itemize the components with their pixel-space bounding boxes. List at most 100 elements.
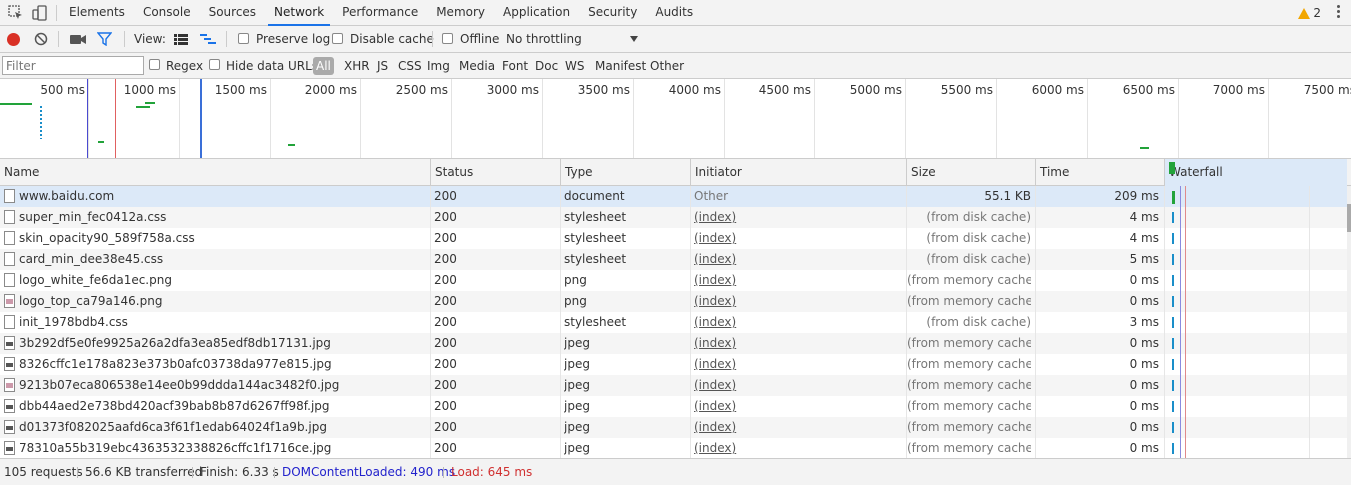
overview-gridline [360,79,361,158]
tab-console[interactable]: Console [137,0,197,26]
overview-bar [98,141,104,143]
request-initiator[interactable]: (index) [694,333,904,354]
table-row[interactable]: init_1978bdb4.css 200 stylesheet (index) (fr… [0,312,1347,333]
request-initiator[interactable]: (index) [694,312,904,333]
overview-gridline [451,79,452,158]
record-icon[interactable] [7,33,20,46]
device-toolbar-icon[interactable] [32,5,48,21]
table-scrollbar-thumb[interactable] [1347,204,1351,232]
tab-memory[interactable]: Memory [430,0,491,26]
type-filter-font[interactable]: Font [502,59,528,73]
table-row[interactable]: logo_white_fe6da1ec.png 200 png (index) (fro… [0,270,1347,291]
waterfall-bar [1172,191,1175,204]
request-initiator[interactable]: (index) [694,291,904,312]
hide-data-urls-checkbox[interactable] [209,59,220,70]
request-status: 200 [434,315,457,329]
type-filter-all[interactable]: All [313,57,334,75]
tab-audits[interactable]: Audits [649,0,699,26]
table-row[interactable]: 8326cffc1e178a823e373b0afc03738da977e815… [0,354,1347,375]
request-initiator[interactable]: (index) [694,354,904,375]
overview-tick-label: 1000 ms [123,83,176,97]
request-initiator[interactable]: (index) [694,249,904,270]
table-row[interactable]: logo_top_ca79a146.png 200 png (index) (from … [0,291,1347,312]
throttling-select[interactable]: No throttling [506,32,582,46]
file-icon [4,210,15,224]
request-initiator[interactable]: (index) [694,207,904,228]
disable-cache-checkbox[interactable] [332,33,343,44]
request-initiator[interactable]: (index) [694,438,904,458]
column-header-status[interactable]: Status [430,159,560,186]
type-filter-media[interactable]: Media [459,59,495,73]
request-name: logo_white_fe6da1ec.png [19,273,172,287]
offline-checkbox[interactable] [442,33,453,44]
request-size: (from memory cache) [907,441,1031,455]
table-header: Name Status Type Initiator Size Time Waterfall [0,159,1351,186]
regex-checkbox[interactable] [149,59,160,70]
tab-security[interactable]: Security [582,0,643,26]
column-header-time[interactable]: Time [1035,159,1164,186]
request-time: 0 ms [1129,420,1159,434]
overview-gridline [633,79,634,158]
waterfall-bar [1172,338,1174,349]
request-initiator[interactable]: (index) [694,270,904,291]
request-status: 200 [434,231,457,245]
filter-input[interactable] [2,56,144,75]
column-header-size[interactable]: Size [906,159,1035,186]
table-row[interactable]: super_min_fec0412a.css 200 stylesheet (inde… [0,207,1347,228]
warnings-counter[interactable]: 2 [1298,6,1321,20]
screenshot-camera-icon[interactable] [70,34,86,45]
type-filter-js[interactable]: JS [377,59,388,73]
column-header-name[interactable]: Name [0,159,430,186]
throttling-dropdown-icon[interactable] [630,36,638,42]
request-size: (from disk cache) [926,315,1031,329]
column-header-waterfall[interactable]: Waterfall [1164,159,1347,186]
type-filter-img[interactable]: Img [427,59,450,73]
table-row[interactable]: www.baidu.com 200 document Other 55.1 KB 209 … [0,186,1347,207]
request-initiator[interactable]: (index) [694,396,904,417]
overview-tick-label: 1500 ms [214,83,267,97]
type-filter-ws[interactable]: WS [565,59,584,73]
table-row[interactable]: d01373f082025aafd6ca3f61f1edab64024f1a9b… [0,417,1347,438]
request-size: (from memory cache) [907,420,1031,434]
request-initiator[interactable]: Other [694,186,904,207]
clear-icon[interactable] [34,32,48,46]
image-file-icon [4,336,15,350]
tab-elements[interactable]: Elements [63,0,131,26]
network-overview[interactable]: 500 ms 1000 ms 1500 ms 2000 ms 2500 ms 3000 m… [0,79,1351,159]
table-row[interactable]: 9213b07eca806538e14ee0b99ddda144ac3482f0… [0,375,1347,396]
table-row[interactable]: card_min_dee38e45.css 200 stylesheet (index… [0,249,1347,270]
request-initiator[interactable]: (index) [694,417,904,438]
type-filter-doc[interactable]: Doc [535,59,558,73]
tab-network[interactable]: Network [268,0,331,26]
column-header-label: Size [911,165,936,179]
request-initiator[interactable]: (index) [694,228,904,249]
table-row[interactable]: 3b292df5e0fe9925a26a2dfa3ea85edf8db17131… [0,333,1347,354]
tab-application[interactable]: Application [497,0,576,26]
request-name: logo_top_ca79a146.png [19,294,163,308]
preserve-log-checkbox[interactable] [238,33,249,44]
inspect-element-icon[interactable] [8,5,24,21]
request-time: 3 ms [1129,315,1159,329]
overview-tick-label: 2500 ms [395,83,448,97]
overview-gridline [1178,79,1179,158]
type-filter-manifest[interactable]: Manifest [595,59,646,73]
type-filter-other[interactable]: Other [650,59,684,73]
tab-performance[interactable]: Performance [336,0,424,26]
table-row[interactable]: dbb44aed2e738bd420acf39bab8b87d6267ff98f… [0,396,1347,417]
large-rows-icon[interactable] [174,34,188,45]
type-filter-css[interactable]: CSS [398,59,422,73]
column-header-initiator[interactable]: Initiator [690,159,906,186]
tab-sources[interactable]: Sources [203,0,262,26]
overview-waterfall-icon[interactable] [200,34,216,45]
table-row[interactable]: skin_opacity90_589f758a.css 200 stylesheet… [0,228,1347,249]
table-row[interactable]: 78310a55b319ebc4363532338826cffc1f1716ce… [0,438,1347,458]
filter-icon[interactable] [97,32,112,46]
more-options-icon[interactable] [1337,4,1341,20]
column-header-type[interactable]: Type [560,159,690,186]
request-status: 200 [434,294,457,308]
type-filter-xhr[interactable]: XHR [344,59,370,73]
column-header-label: Status [435,165,474,179]
request-initiator[interactable]: (index) [694,375,904,396]
finish-time: Finish: 6.33 s [200,465,279,479]
requests-table: Name Status Type Initiator Size Time Waterfall… [0,159,1351,458]
